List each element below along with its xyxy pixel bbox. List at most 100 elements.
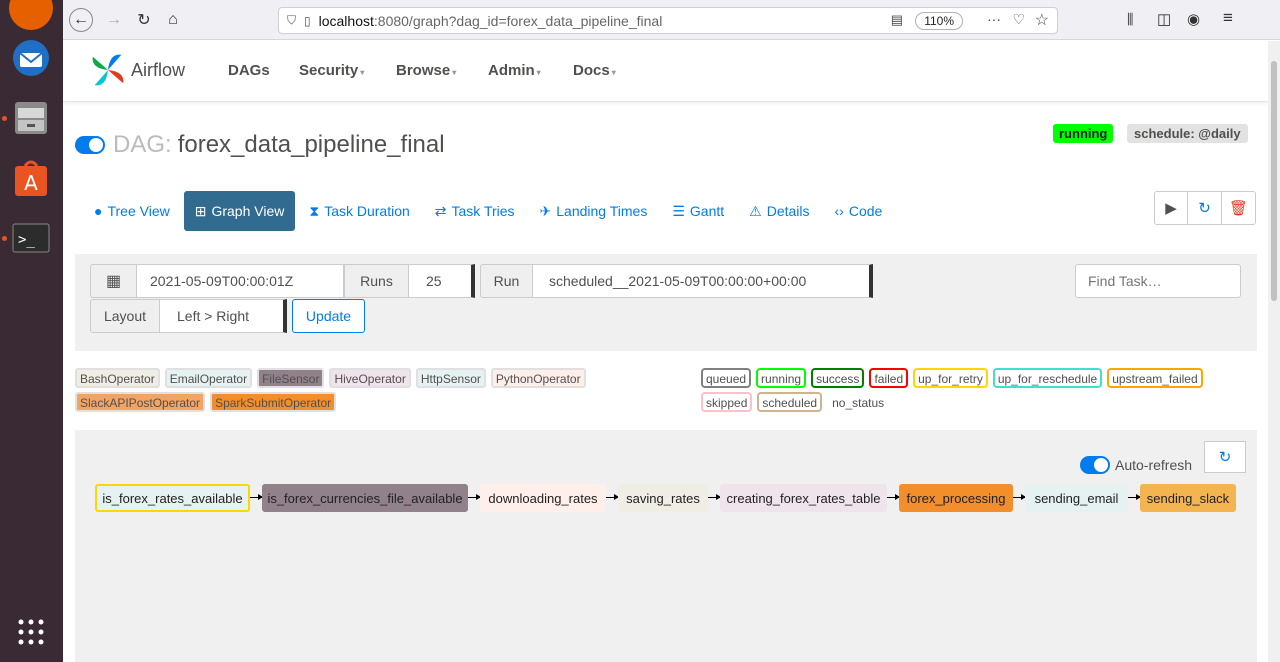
layout-label: Layout (90, 299, 160, 333)
tab-gantt[interactable]: ☰ Gantt (661, 191, 735, 231)
operator-legend: BashOperator EmailOperator FileSensor Hi… (75, 368, 695, 416)
task-node-creating-forex-rates-table[interactable]: creating_forex_rates_table (720, 484, 887, 512)
tab-details[interactable]: ⚠ Details (738, 191, 820, 231)
tab-task-duration[interactable]: ⧗ Task Duration (298, 191, 420, 231)
legend-state: up_for_retry (913, 368, 988, 388)
repeat-icon: ⇄ (434, 202, 447, 219)
library-icon[interactable]: ⫼ (1127, 11, 1133, 28)
thunderbird-icon[interactable] (9, 36, 53, 80)
menu-browse[interactable]: Browse ▾ (396, 62, 456, 79)
task-node-forex-processing[interactable]: forex_processing (899, 484, 1013, 512)
gantt-icon: ☰ (672, 202, 685, 219)
reload-icon[interactable]: ↻ (132, 8, 156, 32)
task-node-downloading-rates[interactable]: downloading_rates (480, 484, 606, 512)
home-icon[interactable]: ⌂ (161, 8, 185, 32)
bookmark-star-icon[interactable]: ☆ (1035, 10, 1049, 30)
tab-task-tries[interactable]: ⇄ Task Tries (424, 191, 526, 231)
dag-actions: ▶ ↻ 🗑 (1154, 191, 1256, 225)
refresh-dag-button[interactable]: ↻ (1188, 191, 1222, 225)
runs-select[interactable]: 25 (408, 264, 475, 298)
menu-docs[interactable]: Docs ▾ (573, 62, 616, 79)
scroll-thumb[interactable] (1271, 61, 1277, 301)
tab-tree-view[interactable]: ● Tree View (83, 191, 181, 231)
refresh-icon: ↻ (1198, 200, 1211, 217)
task-node-sending-slack[interactable]: sending_slack (1140, 484, 1236, 512)
tab-graph-view[interactable]: ⊞ Graph View (183, 191, 296, 231)
legend-state: queued (701, 368, 752, 388)
legend-operator: PythonOperator (490, 368, 586, 388)
dag-title-row: DAG: forex_data_pipeline_final (75, 131, 445, 159)
legend-state: scheduled (757, 392, 823, 412)
state-legend: queued running success failed up_for_ret… (701, 368, 1241, 416)
legend-operator: EmailOperator (164, 368, 253, 388)
legend-operator: SlackAPIPostOperator (75, 392, 206, 412)
url-bar[interactable]: ⛉ ▯ localhost:8080/graph?dag_id=forex_da… (278, 7, 1058, 34)
page-info-icon[interactable]: ▯ (304, 14, 311, 28)
account-icon[interactable]: ◉ (1187, 10, 1200, 28)
task-node-saving-rates[interactable]: saving_rates (618, 484, 708, 512)
reader-view-icon[interactable]: ▤ (891, 12, 903, 28)
task-edge (250, 494, 263, 500)
caret-down-icon: ▾ (536, 68, 541, 77)
tab-landing-times[interactable]: ✈ Landing Times (529, 191, 659, 231)
update-button[interactable]: Update (292, 299, 365, 333)
airflow-brand[interactable]: Airflow (89, 51, 185, 89)
browser-toolbar: ← → ↻ ⌂ ⛉ ▯ localhost:8080/graph?dag_id=… (63, 0, 1280, 40)
pocket-icon[interactable]: ♡ (1012, 11, 1025, 28)
graph-refresh-button[interactable]: ↻ (1204, 441, 1246, 473)
tab-code[interactable]: ‹› Code (824, 191, 894, 231)
warning-triangle-icon: ⚠ (749, 202, 762, 219)
task-edge (468, 494, 481, 500)
forward-arrow-icon[interactable]: → (102, 8, 126, 32)
menu-dags[interactable]: DAGs (228, 62, 270, 79)
delete-dag-button[interactable]: 🗑 (1222, 191, 1256, 225)
legend-operator: HttpSensor (415, 368, 486, 388)
caret-down-icon: ▾ (452, 68, 457, 77)
hamburger-menu-icon[interactable]: ≡ (1223, 8, 1233, 28)
menu-security[interactable]: Security ▾ (299, 62, 364, 79)
trash-icon: 🗑 (1228, 200, 1249, 217)
refresh-icon: ↻ (1218, 449, 1232, 466)
legend-state: no_status (832, 396, 885, 410)
trigger-dag-button[interactable]: ▶ (1154, 191, 1188, 225)
files-icon[interactable] (9, 96, 53, 140)
page-scrollbar[interactable] (1268, 41, 1280, 662)
back-arrow-icon[interactable]: ← (69, 8, 93, 32)
run-select[interactable]: scheduled__2021-05-09T00:00:00+00:00 (532, 264, 873, 298)
menu-admin[interactable]: Admin ▾ (488, 62, 541, 79)
legend-operator: FileSensor (257, 368, 325, 388)
find-task-input[interactable] (1075, 264, 1241, 298)
legend-state: failed (869, 368, 909, 388)
task-edge (1128, 494, 1141, 500)
legend-state: up_for_reschedule (992, 368, 1103, 388)
legend-operator: HiveOperator (329, 368, 411, 388)
task-node-is-forex-rates-available[interactable]: is_forex_rates_available (95, 484, 250, 512)
legend-state: success (811, 368, 865, 388)
svg-text:A: A (24, 171, 38, 195)
ubuntu-dock: A >_ (0, 0, 63, 662)
terminal-icon[interactable]: >_ (9, 216, 53, 260)
auto-refresh-control[interactable]: Auto-refresh (1080, 456, 1192, 474)
task-node-is-forex-currencies-file-available[interactable]: is_forex_currencies_file_available (262, 484, 468, 512)
legend-state: running (756, 368, 807, 388)
task-edge (1013, 494, 1026, 500)
dag-pause-toggle[interactable] (75, 136, 105, 154)
task-edge (606, 494, 619, 500)
running-indicator (2, 236, 7, 241)
code-icon: ‹› (834, 203, 844, 219)
task-node-sending-email[interactable]: sending_email (1025, 484, 1128, 512)
app-grid-icon[interactable] (9, 610, 53, 654)
calendar-button[interactable]: ▦ (90, 264, 137, 298)
airflow-logo-icon (92, 54, 124, 86)
caret-down-icon: ▾ (360, 68, 365, 77)
sidebar-icon[interactable]: ◫ (1157, 10, 1171, 28)
execution-date-input[interactable]: 2021-05-09T00:00:01Z (136, 264, 344, 298)
auto-refresh-toggle[interactable] (1080, 456, 1110, 474)
svg-text:>_: >_ (18, 232, 35, 248)
running-indicator (2, 116, 7, 121)
firefox-icon[interactable] (9, 0, 53, 30)
software-center-icon[interactable]: A (9, 156, 53, 200)
layout-select[interactable]: Left > Right (159, 299, 287, 333)
zoom-level[interactable]: 110% (915, 12, 963, 30)
more-actions-icon[interactable]: ··· (987, 11, 1001, 27)
